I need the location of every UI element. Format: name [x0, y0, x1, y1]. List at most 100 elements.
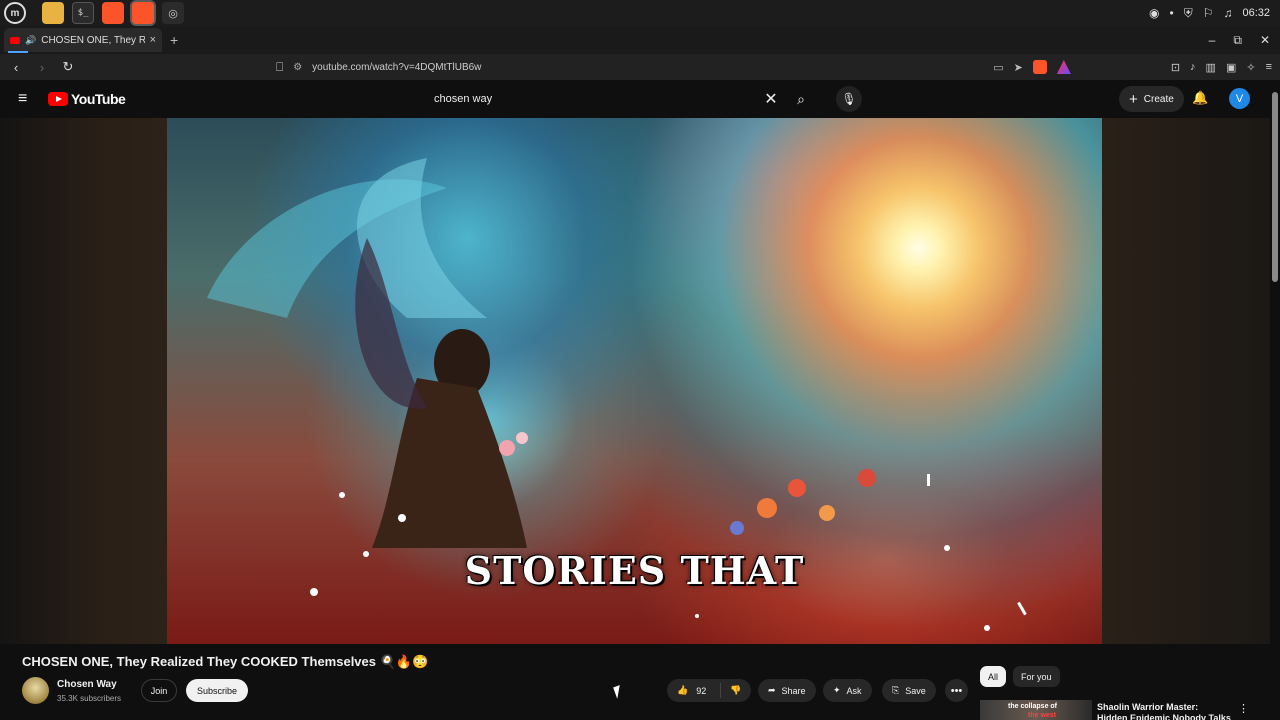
browser-tab-strip: 🔊 CHOSEN ONE, They Realize × + – ⧉ ✕ — [0, 26, 1280, 54]
clock[interactable]: 06:32 — [1242, 7, 1270, 19]
create-button[interactable]: + Create — [1119, 86, 1184, 112]
brave-rewards-icon[interactable] — [1056, 60, 1071, 74]
sparkle-shape — [927, 474, 930, 486]
shield-icon[interactable]: ⛨ — [1184, 6, 1193, 21]
status-dot-icon: • — [1169, 6, 1174, 20]
video-player[interactable]: STORIES THAT — [167, 118, 1102, 644]
media-icon[interactable]: ♪ — [1190, 61, 1196, 74]
flower-shape — [858, 469, 876, 487]
site-info-icon[interactable]: ⚙ — [293, 62, 302, 73]
recommended-more-icon[interactable]: ⋮ — [1238, 702, 1249, 715]
guide-menu-icon[interactable]: ≡ — [18, 90, 38, 108]
sidebar-icon[interactable]: ▥ — [1206, 61, 1216, 74]
flower-shape — [730, 521, 744, 535]
mint-menu-icon[interactable]: m — [4, 2, 26, 24]
sparkle-shape — [984, 625, 990, 631]
youtube-wordmark: YouTube — [71, 91, 126, 107]
like-count: 92 — [696, 685, 707, 696]
video-caption: STORIES THAT — [464, 548, 805, 593]
menu-icon[interactable]: ≡ — [1266, 61, 1272, 74]
tab-active-indicator — [8, 51, 28, 53]
subscribe-button[interactable]: Subscribe — [186, 679, 248, 702]
flower-shape — [499, 440, 515, 456]
youtube-logo[interactable]: YouTube — [48, 91, 126, 107]
angel-body-shape — [372, 378, 527, 548]
share-button[interactable]: ➦ Share — [758, 679, 816, 702]
forward-icon[interactable]: › — [32, 60, 52, 75]
window-controls: – ⧉ ✕ — [1209, 33, 1270, 48]
chip-all[interactable]: All — [980, 666, 1007, 687]
page-scrollbar-thumb[interactable] — [1272, 92, 1278, 282]
network-icon[interactable]: ⚐ — [1203, 6, 1214, 20]
speaker-icon[interactable]: 🔊 — [25, 35, 36, 46]
wallet-icon[interactable]: ▣ — [1226, 61, 1236, 74]
sparkle-shape — [398, 514, 406, 522]
new-tab-button[interactable]: + — [170, 32, 178, 48]
account-avatar[interactable]: V — [1229, 88, 1250, 109]
youtube-play-icon — [48, 92, 68, 106]
ask-label: Ask — [846, 685, 862, 696]
send-icon[interactable]: ➤ — [1014, 61, 1023, 74]
voice-search-icon[interactable]: 🎙 — [836, 86, 862, 112]
sparkle-shape — [1017, 601, 1027, 616]
flower-shape — [757, 498, 777, 518]
chromium-app-icon[interactable]: ◎ — [162, 2, 184, 24]
ask-button[interactable]: ✦ Ask — [823, 679, 872, 702]
music-icon[interactable]: ♫ — [1223, 6, 1232, 20]
browser-app-icon[interactable] — [102, 2, 124, 24]
thumbs-up-icon: 👍 — [677, 685, 689, 695]
record-icon[interactable]: ◉ — [1149, 6, 1159, 20]
mouse-cursor-icon — [613, 685, 624, 699]
system-tray: ◉ • ⛨ ⚐ ♫ 06:32 — [1149, 6, 1270, 21]
more-actions-button[interactable]: ••• — [945, 679, 968, 702]
url-text[interactable]: youtube.com/watch?v=4DQMtTlUB6w — [312, 62, 481, 73]
terminal-app-icon[interactable]: $_ — [72, 2, 94, 24]
channel-avatar[interactable] — [22, 677, 49, 704]
search-input[interactable] — [424, 84, 757, 114]
like-button[interactable]: 👍 92 — [667, 683, 721, 698]
flower-shape — [516, 432, 528, 444]
bookmark-icon[interactable]: ⎕ — [276, 60, 283, 75]
brave-app-icon[interactable] — [132, 2, 154, 24]
tab-title: CHOSEN ONE, They Realize — [41, 34, 145, 46]
url-field[interactable]: ⚙ youtube.com/watch?v=4DQMtTlUB6w — [293, 57, 993, 77]
back-icon[interactable]: ‹ — [6, 60, 26, 75]
share-icon: ➦ — [768, 685, 776, 695]
plus-icon: + — [1129, 90, 1138, 108]
reload-icon[interactable]: ↻ — [58, 59, 78, 75]
like-dislike-group: 👍 92 👎 — [667, 679, 751, 702]
recommended-video-title[interactable]: Shaolin Warrior Master: Hidden Epidemic … — [1097, 702, 1231, 720]
channel-name[interactable]: Chosen Way — [57, 679, 117, 690]
close-tab-icon[interactable]: × — [150, 34, 156, 46]
video-title: CHOSEN ONE, They Realized They COOKED Th… — [22, 654, 429, 669]
sparkle-shape — [339, 492, 345, 498]
os-top-panel: m $_ ◎ ◉ • ⛨ ⚐ ♫ 06:32 — [0, 0, 1280, 26]
address-actions: ▭ ➤ — [993, 60, 1071, 74]
minimize-button[interactable]: – — [1209, 33, 1216, 48]
save-button[interactable]: ⎘ Save — [882, 679, 936, 702]
extension-icons: ⊡ ♪ ▥ ▣ ✧ ≡ — [1171, 61, 1272, 74]
files-app-icon[interactable] — [42, 2, 64, 24]
maximize-button[interactable]: ⧉ — [1233, 33, 1242, 48]
recommended-video-thumbnail[interactable]: the collapse of the west — [980, 700, 1092, 720]
youtube-favicon-icon — [10, 36, 20, 44]
search-box: ✕ ⌕ — [424, 84, 817, 114]
join-button[interactable]: Join — [141, 679, 177, 702]
cast-icon[interactable]: ▭ — [993, 61, 1003, 74]
chip-for-you[interactable]: For you — [1013, 666, 1060, 687]
brave-shields-icon[interactable] — [1032, 60, 1047, 74]
close-window-button[interactable]: ✕ — [1260, 33, 1270, 48]
save-label: Save — [905, 685, 926, 696]
flower-shape — [788, 479, 806, 497]
player-right-ambient — [1102, 118, 1270, 644]
dislike-button[interactable]: 👎 — [721, 685, 751, 696]
search-icon[interactable]: ⌕ — [785, 91, 817, 108]
screenshot-icon[interactable]: ⊡ — [1171, 61, 1180, 74]
thumbnail-text: the west — [1028, 712, 1057, 719]
clear-search-icon[interactable]: ✕ — [757, 89, 785, 109]
browser-tab[interactable]: 🔊 CHOSEN ONE, They Realize × — [4, 28, 162, 53]
sparkle-icon: ✦ — [833, 685, 841, 695]
leo-icon[interactable]: ✧ — [1246, 61, 1255, 74]
flower-shape — [819, 505, 835, 521]
notifications-bell-icon[interactable]: 🔔 — [1192, 90, 1208, 106]
